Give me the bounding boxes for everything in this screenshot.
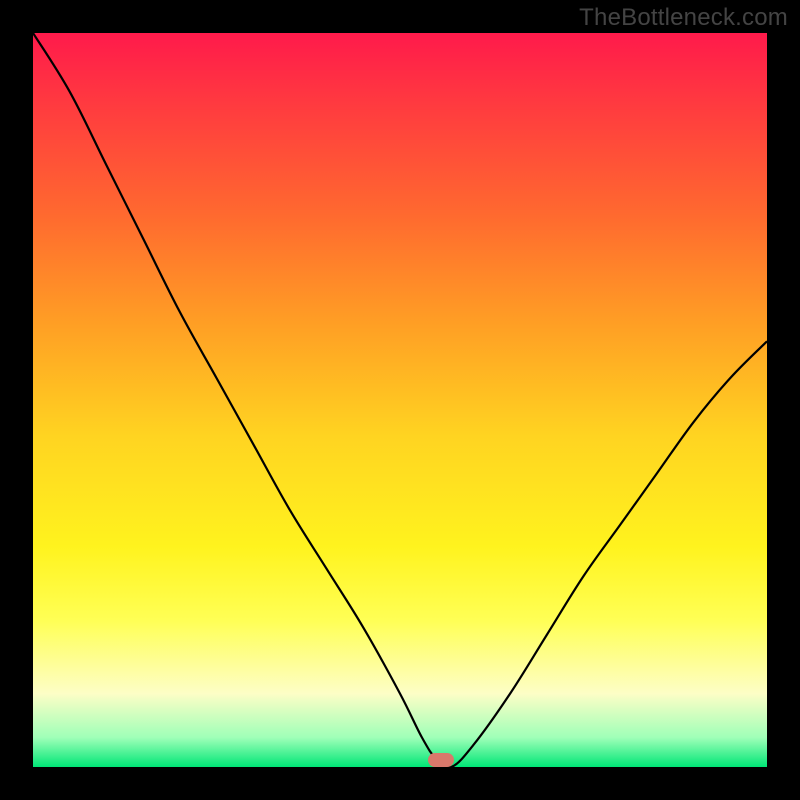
attribution-text: TheBottleneck.com [579, 4, 788, 32]
chart-frame: TheBottleneck.com [0, 0, 800, 800]
minimum-marker [428, 753, 454, 767]
curve-svg [33, 33, 767, 767]
plot-area [33, 33, 767, 767]
bottleneck-curve [33, 33, 767, 767]
